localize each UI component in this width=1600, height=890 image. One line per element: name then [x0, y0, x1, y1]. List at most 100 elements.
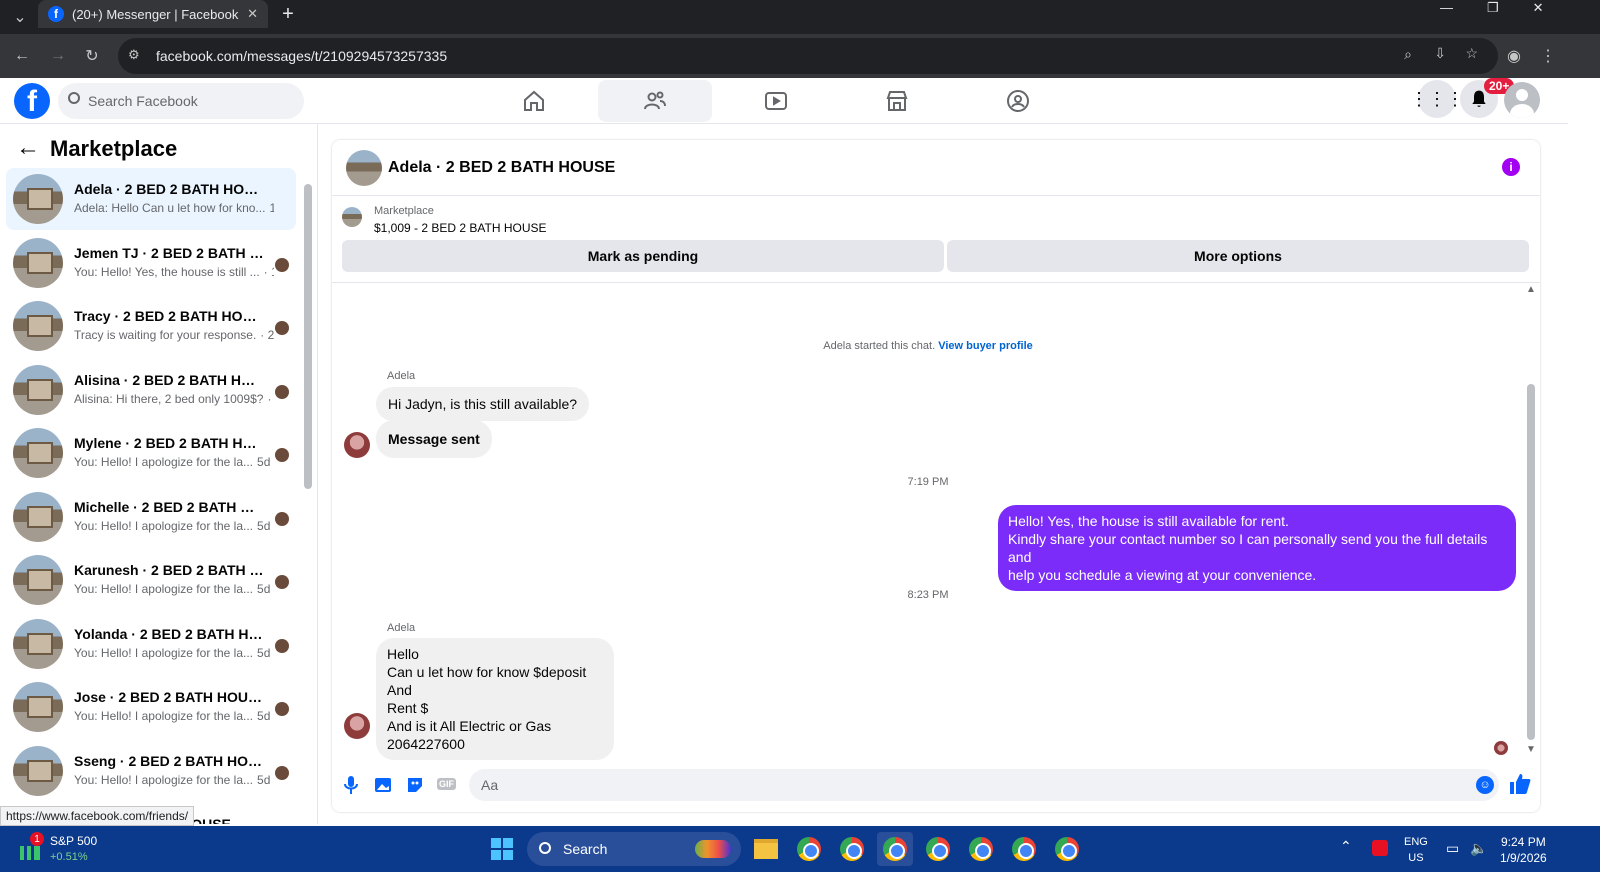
conversation-item[interactable]: Alisina · 2 BED 2 BATH HOUSE Alisina: Hi … — [6, 359, 296, 421]
show-hidden-icons-chevron-icon[interactable]: ⌃ — [1340, 838, 1352, 855]
sender-avatar[interactable] — [344, 713, 370, 739]
message-line: Hello — [387, 646, 419, 662]
windows-logo-icon — [491, 838, 513, 860]
listing-thumbnail — [13, 745, 63, 796]
scroll-up-arrow-icon[interactable]: ▲ — [1526, 284, 1536, 295]
menu-grid-button[interactable]: ⋮⋮⋮ — [1410, 80, 1464, 118]
conversation-item[interactable]: Karunesh · 2 BED 2 BATH HO... You: Hello!… — [6, 549, 296, 611]
header-divider — [332, 195, 1540, 196]
conversation-time: 5d — [257, 518, 271, 533]
chat-scrollbar[interactable] — [1527, 384, 1535, 740]
forward-icon[interactable]: → — [44, 42, 72, 70]
clock[interactable]: 9:24 PM 1/9/2026 — [1500, 834, 1547, 866]
new-tab-button[interactable]: + — [274, 0, 302, 28]
conversation-name: Sseng · 2 BED 2 BATH HOUSE — [74, 752, 264, 769]
address-bar[interactable]: ⚙ facebook.com/messages/t/21092945732573… — [118, 38, 1498, 74]
input-language[interactable]: ENG US — [1404, 834, 1428, 866]
nav-groups-button[interactable] — [961, 80, 1075, 122]
photo-icon[interactable] — [374, 776, 392, 799]
chat-header-title[interactable]: Adela · 2 BED 2 BATH HOUSE — [388, 159, 615, 177]
conversation-item[interactable]: Jemen TJ · 2 BED 2 BATH HO... You: Hello!… — [6, 232, 296, 294]
incoming-message[interactable]: Hello Can u let how for know $deposit An… — [376, 638, 614, 760]
zoom-icon[interactable]: ⌕ — [1404, 46, 1412, 63]
minimize-button[interactable]: — — [1440, 0, 1453, 22]
search-icon — [68, 92, 80, 104]
volume-icon[interactable]: 🔈 — [1470, 840, 1487, 857]
emoji-icon[interactable]: ☺ — [1476, 776, 1494, 794]
conversation-item[interactable]: Michelle · 2 BED 2 BATH HOU... You: Hello… — [6, 486, 296, 548]
read-receipt-avatar — [275, 321, 289, 335]
install-app-icon[interactable]: ⇩ — [1434, 45, 1446, 62]
conversation-time: 5d — [257, 455, 271, 469]
conversation-item[interactable]: Mylene · 2 BED 2 BATH HOUSE You: Hello! I… — [6, 422, 296, 484]
stock-widget[interactable]: 1 S&P 500 +0.51% — [18, 832, 118, 868]
chrome-menu-icon[interactable]: ⋮ — [1534, 42, 1562, 70]
gif-button[interactable]: GIF — [437, 778, 456, 790]
incoming-message[interactable]: Message sent — [376, 420, 492, 458]
account-avatar[interactable] — [1504, 82, 1540, 118]
bookmark-star-icon[interactable]: ☆ — [1465, 45, 1478, 62]
seen-avatar — [1494, 741, 1508, 755]
nav-home-button[interactable] — [477, 80, 591, 122]
conversation-item[interactable]: Adela · 2 BED 2 BATH HOUSE Adela: Hello C… — [6, 168, 296, 230]
microphone-icon[interactable] — [342, 776, 360, 794]
back-arrow-icon[interactable]: ← — [16, 134, 40, 162]
network-icon[interactable]: ▭ — [1446, 840, 1459, 857]
nav-friends-button[interactable] — [598, 80, 712, 122]
outgoing-message[interactable]: Hello! Yes, the house is still available… — [998, 505, 1516, 591]
sidebar-scrollbar[interactable] — [304, 184, 312, 489]
tray-app-icon[interactable] — [1372, 840, 1388, 856]
tab-search-chevron-icon[interactable]: ⌄ — [6, 3, 34, 31]
reload-icon[interactable]: ↻ — [78, 42, 106, 70]
chrome-app-icon[interactable] — [1006, 832, 1042, 866]
incoming-message[interactable]: Hi Jadyn, is this still available? — [376, 387, 590, 421]
chat-header-avatar[interactable] — [346, 150, 382, 186]
message-input[interactable]: Aa — [469, 769, 1499, 801]
browser-tab[interactable]: f (20+) Messenger | Facebook ✕ — [38, 0, 268, 28]
conversation-item[interactable]: Tracy · 2 BED 2 BATH HOUSE Tracy is waiti… — [6, 295, 296, 357]
start-button[interactable] — [484, 832, 520, 866]
facebook-logo[interactable]: f — [14, 83, 50, 119]
nav-marketplace-button[interactable] — [840, 80, 954, 122]
conversation-preview: You: Hello! I apologize for the la... 5d — [74, 709, 274, 723]
nav-video-button[interactable] — [719, 80, 833, 122]
conversation-item[interactable]: Jose · 2 BED 2 BATH HOUSE You: Hello! I a… — [6, 676, 296, 738]
more-options-button[interactable]: More options — [947, 240, 1529, 272]
taskbar-search[interactable]: Search — [527, 832, 741, 866]
back-icon[interactable]: ← — [8, 42, 36, 70]
chrome-app-icon[interactable] — [791, 832, 827, 866]
listing-title[interactable]: $1,009 - 2 BED 2 BATH HOUSE — [374, 221, 547, 235]
conversation-preview-text: You: Hello! I apologize for the la... — [74, 518, 254, 533]
chrome-app-icon[interactable] — [1049, 832, 1085, 866]
chrome-app-icon-active[interactable] — [877, 832, 913, 866]
file-explorer-icon[interactable] — [748, 832, 784, 866]
link-status-bar: https://www.facebook.com/friends/ — [0, 806, 195, 826]
conversation-time: 5d — [257, 772, 271, 787]
sender-name: Adela — [387, 622, 416, 634]
conversation-item[interactable]: Sseng · 2 BED 2 BATH HOUSE You: Hello! I … — [6, 740, 296, 802]
listing-thumbnail[interactable] — [342, 207, 362, 227]
chrome-app-icon[interactable] — [963, 832, 999, 866]
scroll-down-arrow-icon[interactable]: ▼ — [1526, 744, 1536, 755]
info-icon[interactable]: i — [1502, 158, 1520, 176]
window-controls: — ❐ ✕ — [1440, 0, 1544, 22]
mark-as-pending-button[interactable]: Mark as pending — [342, 240, 944, 272]
read-receipt-avatar — [275, 384, 289, 399]
tab-close-icon[interactable]: ✕ — [247, 6, 258, 22]
like-thumb-icon[interactable] — [1508, 772, 1532, 801]
conversation-item[interactable]: Yolanda · 2 BED 2 BATH HOUSE You: Hello! … — [6, 613, 296, 675]
site-info-icon[interactable]: ⚙ — [128, 47, 140, 63]
sender-avatar[interactable] — [344, 432, 370, 458]
facebook-search-input[interactable]: Search Facebook — [58, 83, 304, 119]
read-receipt-avatar — [275, 511, 289, 526]
message-input-placeholder: Aa — [481, 777, 499, 793]
chrome-app-icon[interactable] — [920, 832, 956, 866]
restore-button[interactable]: ❐ — [1487, 0, 1499, 22]
view-buyer-profile-link[interactable]: View buyer profile — [938, 340, 1033, 352]
listing-thumbnail — [13, 682, 63, 732]
profile-icon[interactable]: ◉ — [1500, 42, 1528, 70]
stock-change: +0.51% — [50, 851, 88, 863]
close-window-button[interactable]: ✕ — [1533, 0, 1544, 22]
sticker-icon[interactable] — [406, 776, 424, 799]
chrome-app-icon[interactable] — [834, 832, 870, 866]
